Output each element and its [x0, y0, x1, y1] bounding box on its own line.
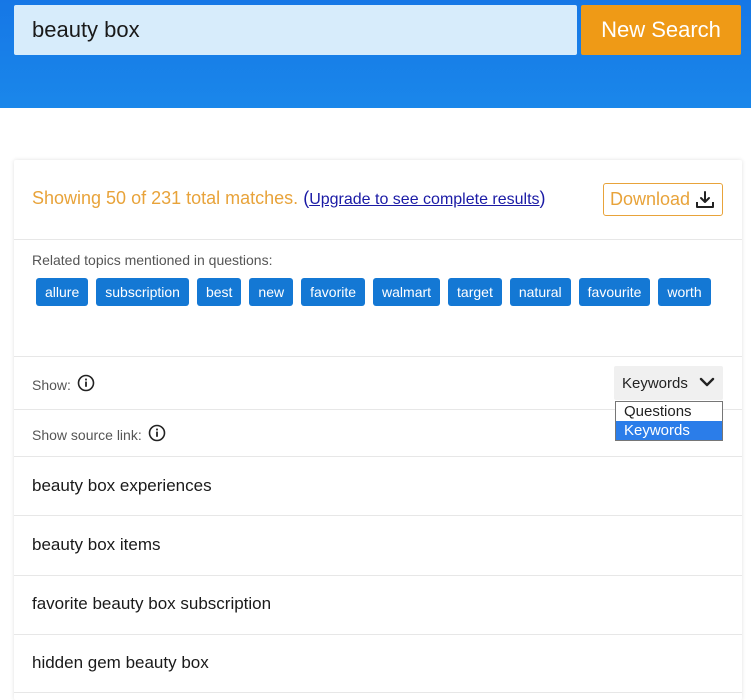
keyword-result[interactable]: beauty box experiences [32, 476, 212, 496]
chevron-down-icon [699, 375, 715, 392]
dropdown-option-keywords[interactable]: Keywords [616, 421, 722, 440]
search-input[interactable] [14, 5, 577, 55]
topic-tag[interactable]: natural [509, 278, 571, 306]
topic-tag[interactable]: new [249, 278, 294, 306]
topic-tag[interactable]: worth [658, 278, 711, 306]
source-link-label: Show source link: [32, 426, 142, 443]
download-button[interactable]: Download [603, 183, 723, 216]
keyword-result[interactable]: beauty box items [32, 535, 161, 555]
upgrade-link[interactable]: Upgrade to see complete results [309, 191, 539, 208]
header-bar: New Search [0, 0, 751, 108]
topic-tag[interactable]: target [448, 278, 502, 306]
keyword-result[interactable]: favorite beauty box subscription [32, 594, 271, 614]
topic-tag[interactable]: favorite [301, 278, 366, 306]
dropdown-option-questions[interactable]: Questions [616, 402, 722, 421]
divider [14, 239, 742, 240]
topic-tag[interactable]: walmart [373, 278, 441, 306]
topic-tag[interactable]: favourite [578, 278, 651, 306]
download-label: Download [610, 189, 691, 209]
results-summary: Showing 50 of 231 total matches. (Upgrad… [32, 188, 546, 209]
show-dropdown-list: Questions Keywords [615, 401, 723, 441]
info-icon[interactable] [77, 374, 95, 395]
info-icon[interactable] [148, 424, 166, 445]
show-label: Show: [32, 376, 71, 393]
topic-tag[interactable]: subscription [96, 278, 189, 306]
topic-tag[interactable]: best [196, 278, 242, 306]
source-link-row: Show source link: [32, 424, 166, 445]
divider [14, 575, 742, 576]
divider [14, 356, 742, 357]
topic-tag[interactable]: allure [36, 278, 89, 306]
download-icon [695, 190, 715, 210]
summary-text: Showing 50 of 231 total matches. [32, 188, 299, 208]
show-row: Show: [32, 374, 95, 395]
show-select[interactable]: Keywords [614, 366, 723, 400]
topic-tags: allure subscription best new favorite wa… [36, 278, 716, 306]
results-card: Showing 50 of 231 total matches. (Upgrad… [14, 160, 742, 700]
divider [14, 515, 742, 516]
show-select-value: Keywords [622, 374, 688, 392]
divider [14, 634, 742, 635]
divider [14, 456, 742, 457]
divider [14, 692, 742, 693]
new-search-button[interactable]: New Search [581, 5, 741, 55]
related-topics-label: Related topics mentioned in questions: [32, 252, 273, 268]
paren-close: ) [539, 188, 546, 208]
keyword-result[interactable]: hidden gem beauty box [32, 653, 209, 673]
